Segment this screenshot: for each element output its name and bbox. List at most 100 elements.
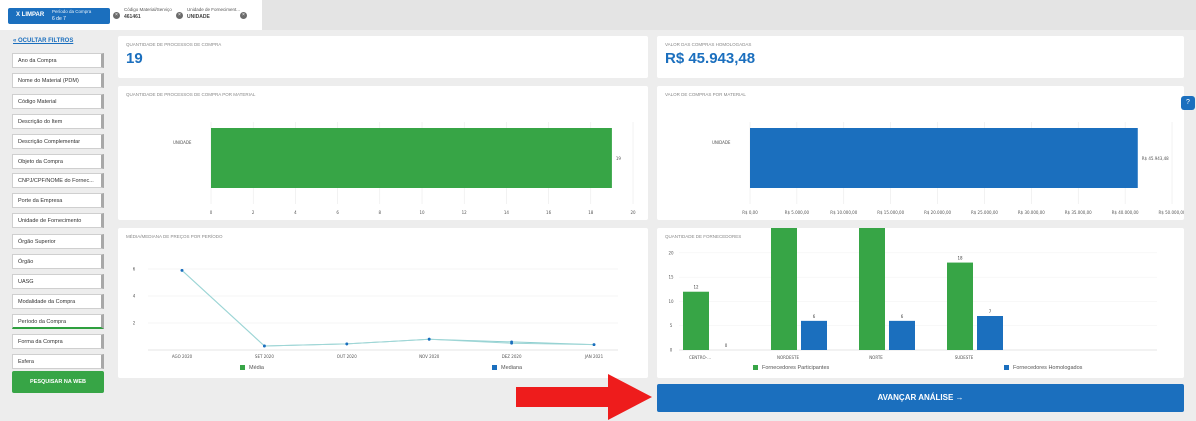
processos-chart: 0 2 4 6 8 10 12 14 16 18 20 UNIDADE 19 [173, 122, 636, 215]
filter-orgao-superior[interactable]: Órgão Superior [12, 234, 104, 249]
help-icon[interactable]: ? [1181, 96, 1195, 110]
filter-modalidade-compra[interactable]: Modalidade da Compra [12, 294, 104, 309]
y-tick-label: 10 [668, 299, 674, 304]
y-tick-label: 20 [668, 250, 674, 255]
x-tick-label: 2 [252, 210, 255, 215]
precos-chart: 6 4 2 AGO 2020 SET 2020 OUT 2020 NOV 2020 DEZ 2… [133, 267, 618, 359]
bar-value-label: R$ 45.943,48 [1142, 156, 1169, 161]
legend-label: Mediana [501, 365, 523, 371]
x-tick-label: 20 [630, 210, 636, 215]
filter-chip-value: UNIDADE [187, 14, 210, 20]
x-tick-label: 12 [462, 210, 468, 215]
filter-chip-label: Unidade de Forneciment... [187, 7, 241, 12]
close-icon[interactable]: × [113, 12, 120, 19]
filter-descricao-item[interactable]: Descrição do Item [12, 114, 104, 129]
x-tick-label: DEZ 2020 [502, 354, 522, 359]
x-tick-label: R$ 0,00 [742, 210, 758, 215]
filter-chip-label: Código Material/Serviço [124, 7, 172, 12]
y-tick-label: 15 [668, 275, 674, 280]
clear-filters-button[interactable]: X LIMPAR Período da Compra 6 de 7 [8, 8, 110, 24]
x-tick-label: R$ 50.000,00 [1159, 210, 1184, 215]
x-tick-label: R$ 10.000,00 [830, 210, 857, 215]
x-tick-label: R$ 20.000,00 [924, 210, 951, 215]
filter-codigo-material[interactable]: Código Material [12, 94, 104, 109]
advance-analysis-button[interactable]: AVANÇAR ANÁLISE → [657, 384, 1184, 412]
processos-por-material-card: QUANTIDADE DE PROCESSOS DE COMPRA POR MA… [118, 86, 648, 220]
search-web-button[interactable]: PESQUISAR NA WEB [12, 371, 104, 393]
bar [750, 128, 1138, 188]
x-tick-label: R$ 40.000,00 [1112, 210, 1139, 215]
x-tick-label: SUDESTE [955, 355, 974, 360]
legend-swatch [240, 365, 245, 371]
hide-filters-link[interactable]: « OCULTAR FILTROS [13, 38, 73, 44]
bar [211, 128, 612, 188]
media-line [181, 269, 595, 347]
legend-swatch [492, 365, 497, 371]
y-tick-label: 0 [670, 348, 673, 353]
x-tick-label: NORDESTE [777, 355, 800, 360]
legend-label: Fornecedores Participantes [762, 365, 830, 371]
close-icon[interactable]: × [240, 12, 247, 19]
filter-descricao-complementar[interactable]: Descrição Complementar [12, 134, 104, 149]
x-tick-label: NOV 2020 [419, 354, 440, 359]
x-tick-label: 18 [588, 210, 594, 215]
period-filter-label: Período da Compra [52, 9, 92, 14]
filter-esfera[interactable]: Esfera [12, 354, 104, 369]
period-filter-value: 6 de 7 [52, 16, 66, 22]
legend-mediana[interactable]: Mediana [492, 365, 522, 371]
filter-chip-value: 461461 [124, 14, 141, 20]
y-tick-label: 2 [133, 321, 136, 326]
kpi-processos-card: QUANTIDADE DE PROCESSOS DE COMPRA 19 [118, 36, 648, 78]
clear-filters-label: X LIMPAR [16, 12, 45, 18]
homologados-bar [977, 316, 1003, 350]
x-tick-label: R$ 5.000,00 [785, 210, 810, 215]
bar-value-label: 18 [957, 256, 963, 261]
x-tick-label: 8 [379, 210, 382, 215]
x-tick-label: 14 [504, 210, 510, 215]
x-tick-label: OUT 2020 [337, 354, 357, 359]
filter-nome-material[interactable]: Nome do Material (PDM) [12, 73, 104, 88]
mediana-point [427, 337, 431, 341]
filter-unidade-fornecimento[interactable]: Unidade de Fornecimento [12, 213, 104, 228]
mediana-line [181, 269, 595, 347]
close-icon[interactable]: × [176, 12, 183, 19]
legend-media[interactable]: Média [240, 365, 264, 371]
fornecedores-card: QUANTIDADE DE FORNECEDORES 20 15 10 5 0 12 0 CE… [657, 228, 1184, 378]
filter-porte-empresa[interactable]: Porte da Empresa [12, 193, 104, 208]
filter-periodo-compra[interactable]: Período da Compra [12, 314, 104, 329]
x-tick-label: JAN 2021 [584, 354, 604, 359]
legend-label: Fornecedores Homologados [1013, 365, 1083, 371]
valor-chart: R$ 0,00 R$ 5.000,00 R$ 10.000,00 R$ 15.000,… [712, 122, 1184, 215]
legend-participantes[interactable]: Fornecedores Participantes [753, 365, 829, 371]
x-tick-label: 4 [294, 210, 297, 215]
x-tick-label: NORTE [869, 355, 883, 360]
filter-ano-compra[interactable]: Ano da Compra [12, 53, 104, 68]
filter-forma-compra[interactable]: Forma da Compra [12, 334, 104, 349]
legend-homologados[interactable]: Fornecedores Homologados [1004, 365, 1082, 371]
participantes-bar [947, 262, 973, 350]
y-tick-label: 5 [670, 323, 673, 328]
y-tick-label: 4 [133, 294, 136, 299]
mediana-point [345, 342, 349, 346]
bar-value-label: 6 [901, 314, 904, 319]
mediana-point [263, 344, 266, 348]
kpi-valor-card: VALOR DAS COMPRAS HOMOLOGADAS R$ 45.943,… [657, 36, 1184, 78]
kpi-processos-value: 19 [126, 50, 143, 67]
bar-value-label: 0 [725, 343, 728, 348]
filter-objeto-compra[interactable]: Objeto da Compra [12, 154, 104, 169]
filter-uasg[interactable]: UASG [12, 274, 104, 289]
bar-value-label: 19 [616, 156, 622, 161]
homologados-bar [801, 320, 827, 350]
participantes-bar [683, 291, 709, 350]
filter-cnpj-fornecedor[interactable]: CNPJ/CPF/NOME do Fornec... [12, 173, 104, 188]
mediana-point [510, 341, 513, 345]
valor-por-material-card: VALOR DE COMPRAS POR MATERIAL R$ 0,00 R$ … [657, 86, 1184, 220]
mediana-point [180, 268, 184, 272]
participantes-bar [771, 228, 797, 350]
red-arrow-icon [516, 374, 652, 420]
filter-orgao[interactable]: Órgão [12, 254, 104, 269]
x-tick-label: 6 [336, 210, 339, 215]
y-tick-label: 6 [133, 267, 136, 272]
category-label: UNIDADE [173, 140, 192, 145]
x-tick-label: 0 [210, 210, 213, 215]
